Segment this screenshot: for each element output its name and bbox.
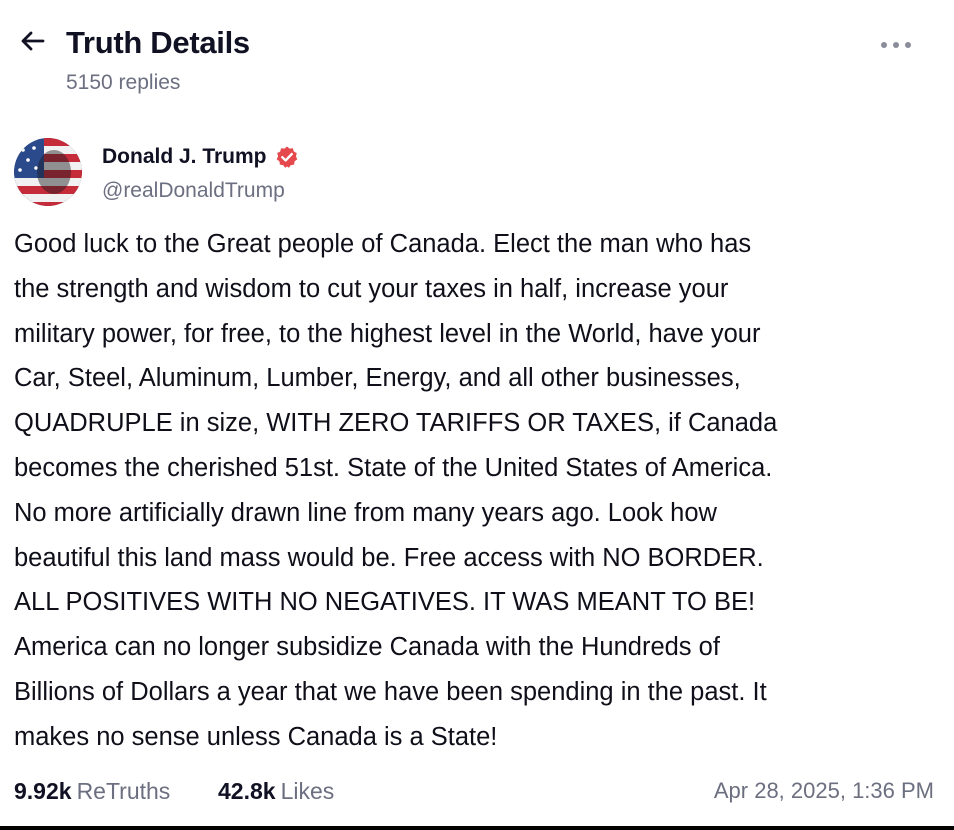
post-stats: 9.92k ReTruths 42.8k Likes Apr 28, 2025, 1… xyxy=(14,774,936,808)
more-options-button[interactable] xyxy=(876,30,916,60)
verified-badge-icon xyxy=(275,145,299,169)
author-name[interactable]: Donald J. Trump xyxy=(102,144,267,170)
likes-stat[interactable]: 42.8k Likes xyxy=(218,774,334,808)
likes-label: Likes xyxy=(280,778,335,804)
retruths-stat[interactable]: 9.92k ReTruths xyxy=(14,774,170,808)
post-text: Good luck to the Great people of Canada.… xyxy=(14,230,778,751)
retruths-label: ReTruths xyxy=(76,778,171,804)
retruths-count: 9.92k xyxy=(14,778,72,804)
author-name-row[interactable]: Donald J. Trump xyxy=(102,144,299,170)
back-button[interactable] xyxy=(16,26,50,60)
reply-count: 5150 replies xyxy=(66,71,181,94)
more-horizontal-icon xyxy=(880,36,912,54)
page-header: Truth Details 5150 replies xyxy=(0,0,954,110)
author-block: Donald J. Trump @realDonaldTrump xyxy=(14,138,914,210)
avatar[interactable] xyxy=(14,138,82,206)
author-handle[interactable]: @realDonaldTrump xyxy=(102,178,285,204)
bottom-divider xyxy=(0,826,954,830)
post-timestamp: Apr 28, 2025, 1:36 PM xyxy=(713,778,934,803)
likes-count: 42.8k xyxy=(218,778,276,804)
arrow-left-icon xyxy=(19,27,47,60)
page-title: Truth Details xyxy=(66,25,250,60)
